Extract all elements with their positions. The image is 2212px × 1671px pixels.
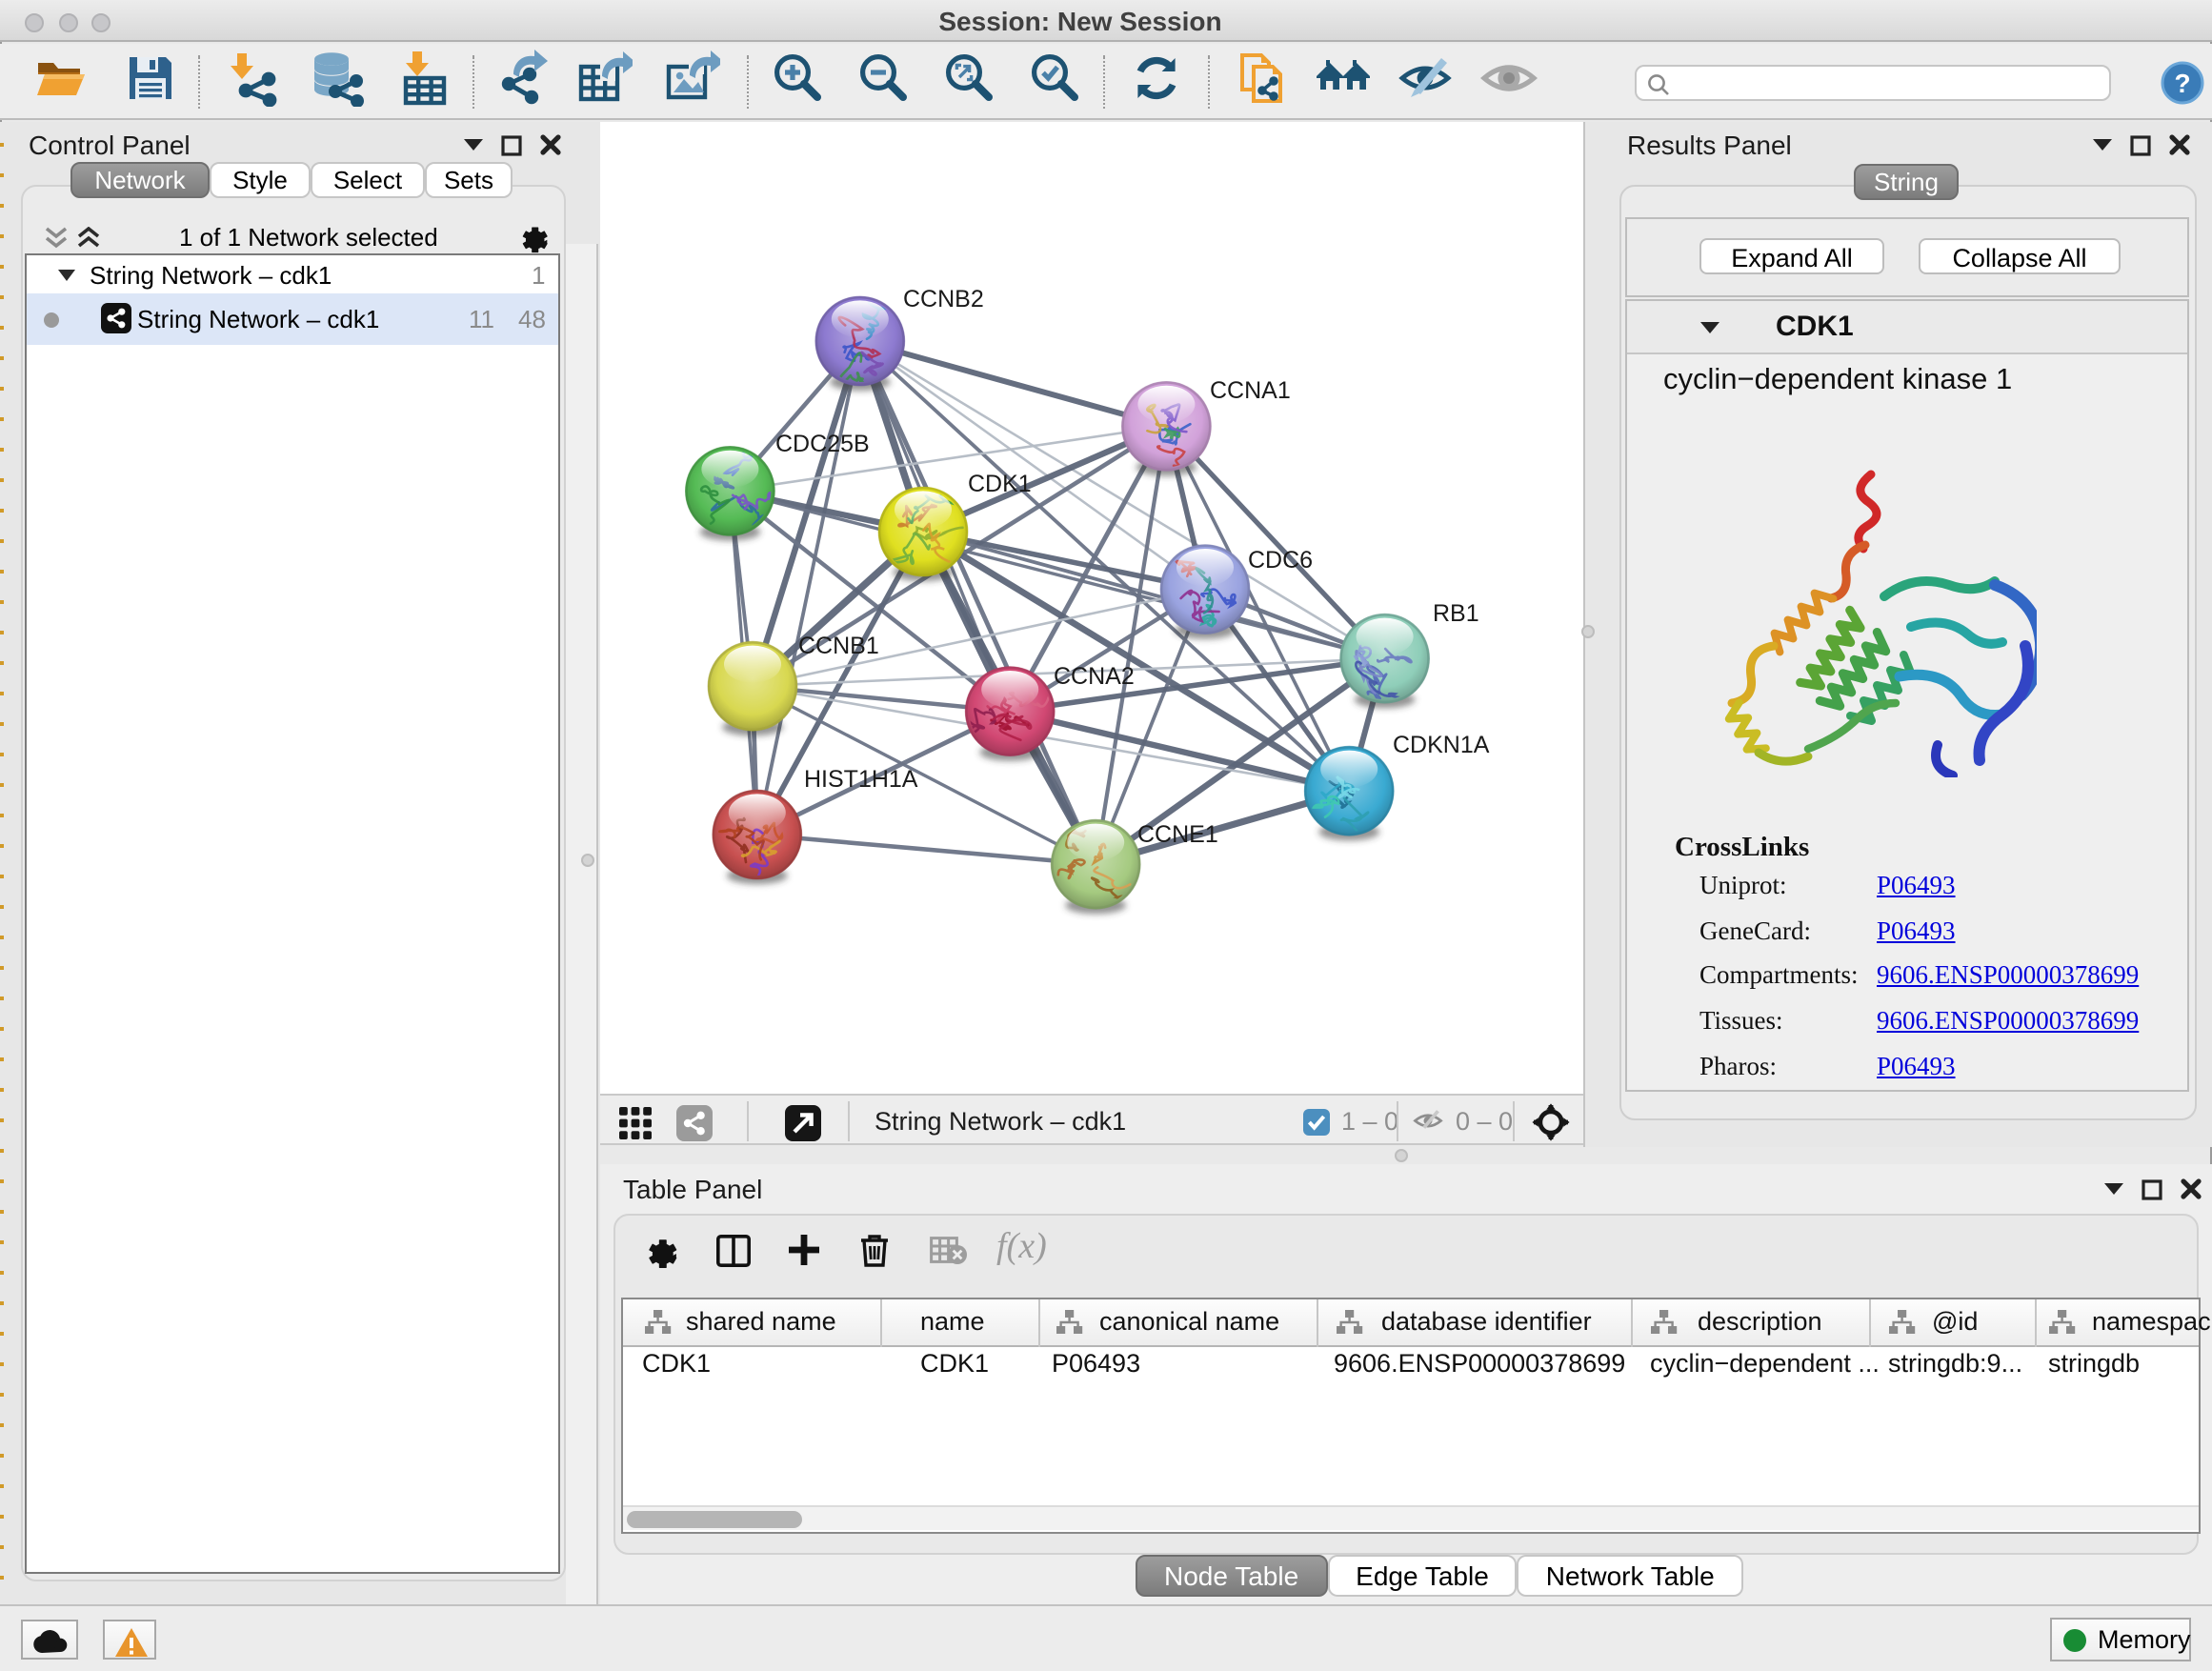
svg-text:CCNA1: CCNA1 — [1210, 377, 1291, 404]
svg-text:RB1: RB1 — [1433, 600, 1479, 627]
svg-text:?: ? — [2174, 69, 2190, 98]
svg-text:CCNB2: CCNB2 — [903, 286, 984, 312]
svg-text:HIST1H1A: HIST1H1A — [804, 766, 918, 793]
svg-text:CCNE1: CCNE1 — [1137, 821, 1218, 848]
svg-text:CDC6: CDC6 — [1248, 547, 1313, 574]
svg-text:CCNA2: CCNA2 — [1054, 663, 1135, 690]
svg-text:CDC25B: CDC25B — [775, 431, 870, 457]
svg-text:CCNB1: CCNB1 — [798, 633, 879, 659]
svg-text:CDKN1A: CDKN1A — [1393, 732, 1490, 758]
svg-text:CDK1: CDK1 — [968, 471, 1032, 497]
